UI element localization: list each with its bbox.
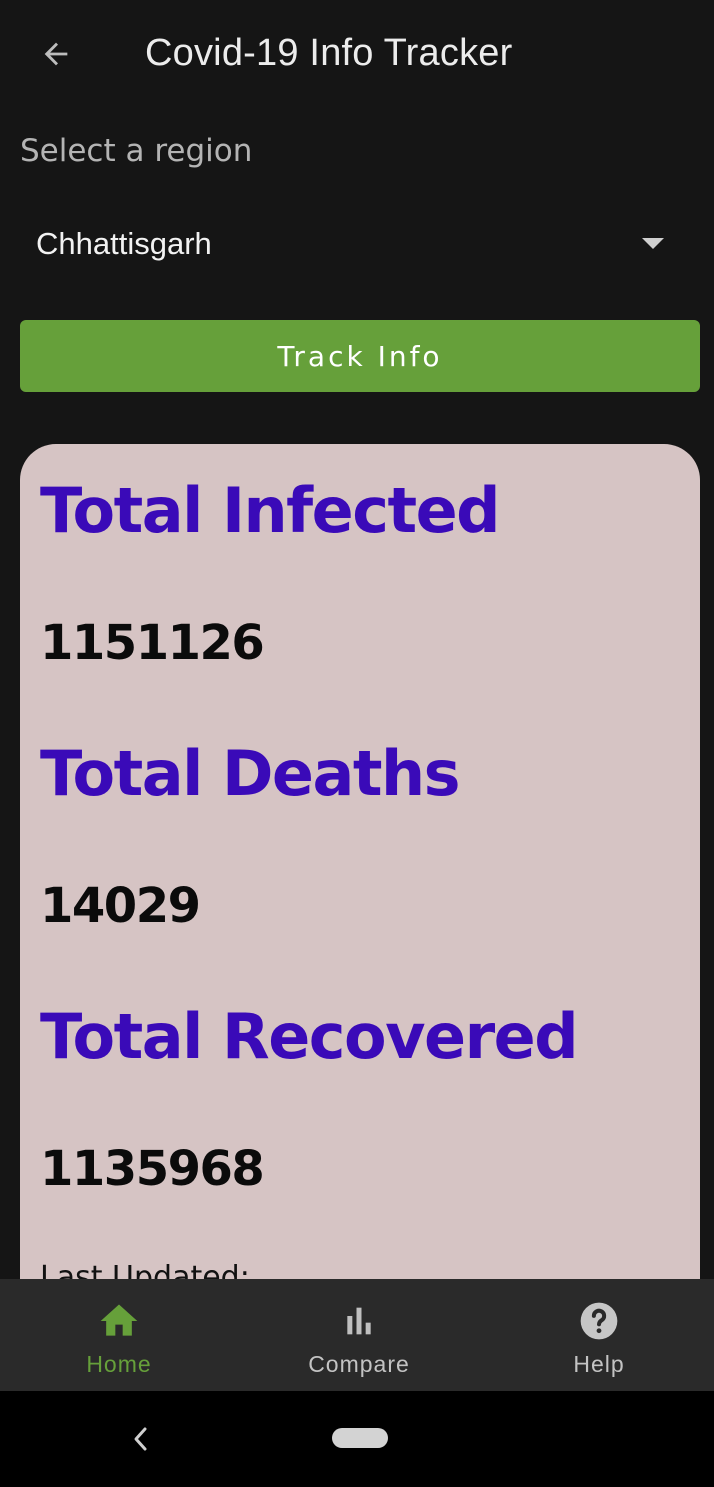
total-deaths-value: 14029 bbox=[40, 878, 201, 934]
system-home-pill[interactable] bbox=[332, 1428, 388, 1448]
app-title: Covid-19 Info Tracker bbox=[145, 32, 513, 74]
region-dropdown-value: Chhattisgarh bbox=[36, 226, 212, 261]
track-info-button[interactable]: Track Info bbox=[20, 320, 700, 392]
system-navigation-bar bbox=[0, 1391, 714, 1487]
nav-label-compare: Compare bbox=[308, 1351, 410, 1377]
bottom-navigation: Home Compare Help bbox=[0, 1279, 714, 1391]
region-label: Select a region bbox=[20, 133, 253, 169]
nav-item-home[interactable]: Home bbox=[19, 1279, 219, 1391]
bar-chart-icon bbox=[337, 1299, 381, 1343]
total-recovered-value: 1135968 bbox=[40, 1141, 265, 1197]
dropdown-arrow-icon bbox=[642, 238, 664, 249]
nav-label-help: Help bbox=[573, 1351, 625, 1377]
help-icon bbox=[577, 1299, 621, 1343]
nav-label-home: Home bbox=[86, 1351, 152, 1377]
back-button[interactable] bbox=[30, 30, 82, 78]
home-icon bbox=[97, 1299, 141, 1343]
total-infected-heading: Total Infected bbox=[40, 474, 501, 547]
nav-item-help[interactable]: Help bbox=[499, 1279, 699, 1391]
total-recovered-heading: Total Recovered bbox=[40, 1000, 579, 1073]
arrow-back-icon bbox=[44, 42, 68, 66]
info-card: Total Infected 1151126 Total Deaths 1402… bbox=[20, 444, 700, 1344]
app-bar: Covid-19 Info Tracker bbox=[0, 0, 714, 110]
track-info-button-label: Track Info bbox=[277, 339, 443, 373]
total-deaths-heading: Total Deaths bbox=[40, 737, 461, 810]
region-dropdown[interactable]: Chhattisgarh bbox=[20, 205, 700, 285]
nav-item-compare[interactable]: Compare bbox=[259, 1279, 459, 1391]
system-back-icon[interactable] bbox=[125, 1421, 155, 1457]
total-infected-value: 1151126 bbox=[40, 615, 265, 671]
